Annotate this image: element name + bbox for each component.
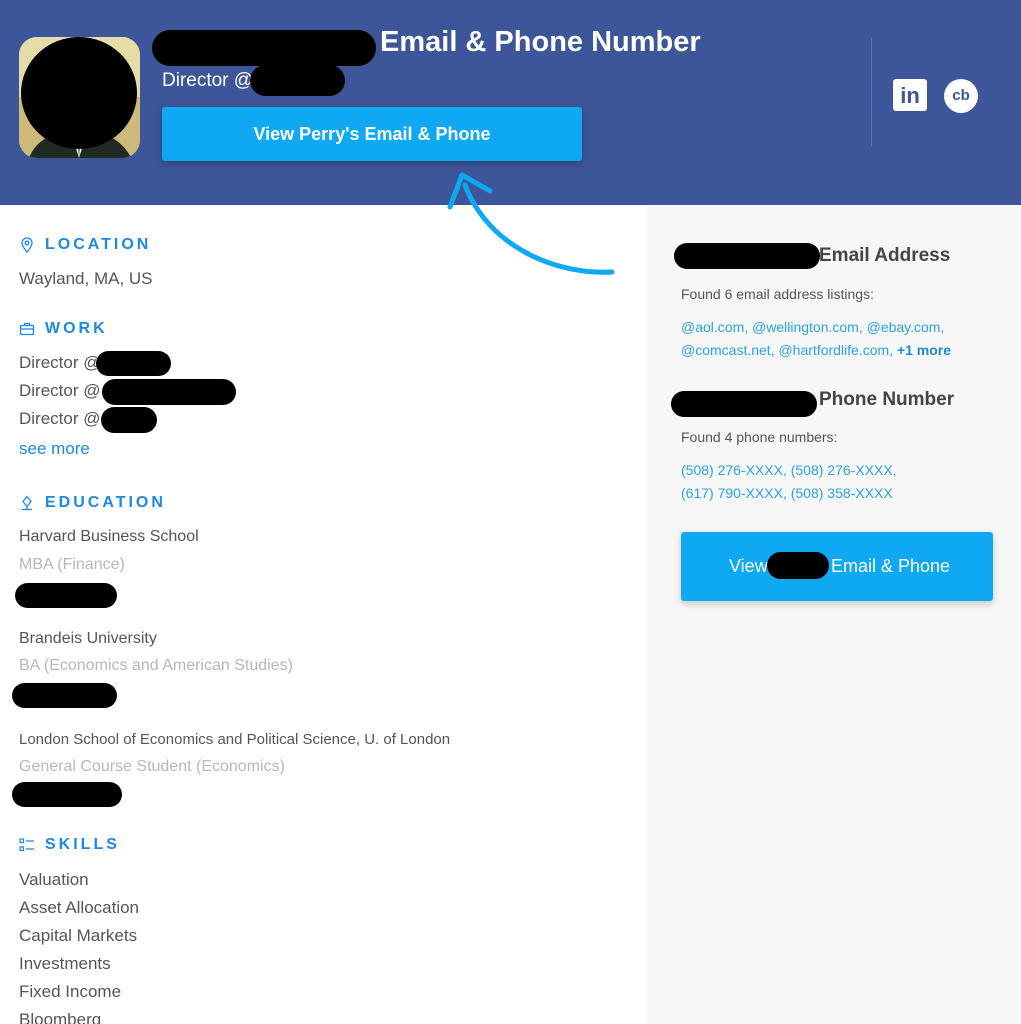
email-found-text: Found 6 email address listings: xyxy=(681,286,874,302)
school-name: London School of Economics and Political… xyxy=(19,731,451,748)
skill-item: Capital Markets xyxy=(19,926,138,945)
skill-item: Bloomberg xyxy=(19,1010,102,1024)
date-redaction xyxy=(12,782,122,807)
page-title: Email & Phone Number xyxy=(380,26,701,58)
list-icon xyxy=(19,838,34,852)
job-title: Director @ xyxy=(162,70,254,91)
phone-found-text: Found 4 phone numbers: xyxy=(681,429,838,445)
work-heading: WORK xyxy=(19,320,108,338)
work-company-redaction xyxy=(102,379,236,405)
work-item: Director @ xyxy=(19,381,101,400)
email-domains-text: @comcast.net, @hartfordlife.com, xyxy=(681,342,894,358)
skill-item: Investments xyxy=(19,954,111,973)
skills-heading-label: SKILLS xyxy=(45,836,120,853)
name-redaction xyxy=(674,243,820,269)
view-email-phone-button[interactable]: View Perry's Email & Phone xyxy=(162,107,582,161)
phone-numbers-line2[interactable]: (617) 790-XXXX, (508) 358-XXXX xyxy=(681,485,893,501)
side-button-label-start: View xyxy=(729,556,768,576)
work-heading-label: WORK xyxy=(45,320,108,337)
more-emails-link[interactable]: +1 more xyxy=(897,342,951,358)
email-domains-line2[interactable]: @comcast.net, @hartfordlife.com, +1 more xyxy=(681,342,951,358)
name-redaction xyxy=(152,30,376,66)
name-redaction xyxy=(767,552,829,579)
degree: MBA (Finance) xyxy=(19,556,125,573)
education-heading-label: EDUCATION xyxy=(45,494,166,511)
skill-item: Valuation xyxy=(19,870,89,889)
work-item: Director @ xyxy=(19,409,101,428)
work-company-redaction xyxy=(96,351,171,376)
side-button-label-end: Email & Phone xyxy=(831,556,951,576)
view-email-phone-side-button[interactable]: View Email & Phone xyxy=(681,532,993,601)
work-company-redaction xyxy=(101,407,157,433)
phone-heading: Phone Number xyxy=(819,389,955,410)
location-value: Wayland, MA, US xyxy=(19,269,153,288)
email-domains-line1[interactable]: @aol.com, @wellington.com, @ebay.com, xyxy=(681,319,944,335)
phone-numbers-line1[interactable]: (508) 276-XXXX, (508) 276-XXXX, xyxy=(681,462,897,478)
work-item: Director @ xyxy=(19,353,101,372)
avatar xyxy=(19,37,140,158)
company-redaction xyxy=(250,65,345,96)
annotation-arrow xyxy=(447,172,615,275)
linkedin-icon[interactable]: in xyxy=(893,79,927,111)
school-name: Brandeis University xyxy=(19,630,157,647)
crunchbase-icon[interactable]: cb xyxy=(944,79,978,113)
briefcase-icon xyxy=(19,322,35,336)
header-divider xyxy=(871,38,872,146)
skill-item: Fixed Income xyxy=(19,982,122,1001)
education-heading: EDUCATION xyxy=(19,494,166,512)
education-icon xyxy=(22,495,32,511)
see-more-link[interactable]: see more xyxy=(19,439,90,459)
date-redaction xyxy=(15,583,117,608)
school-name: Harvard Business School xyxy=(19,528,199,545)
location-heading-label: LOCATION xyxy=(45,236,152,253)
location-pin-icon xyxy=(21,237,33,253)
email-heading: Email Address xyxy=(819,245,951,266)
date-redaction xyxy=(12,683,117,708)
location-heading: LOCATION xyxy=(19,236,151,254)
skill-item: Asset Allocation xyxy=(19,898,140,917)
skills-heading: SKILLS xyxy=(19,836,120,854)
degree: General Course Student (Economics) xyxy=(19,758,285,775)
avatar-image xyxy=(19,37,140,158)
name-redaction xyxy=(671,391,817,417)
degree: BA (Economics and American Studies) xyxy=(19,657,293,674)
